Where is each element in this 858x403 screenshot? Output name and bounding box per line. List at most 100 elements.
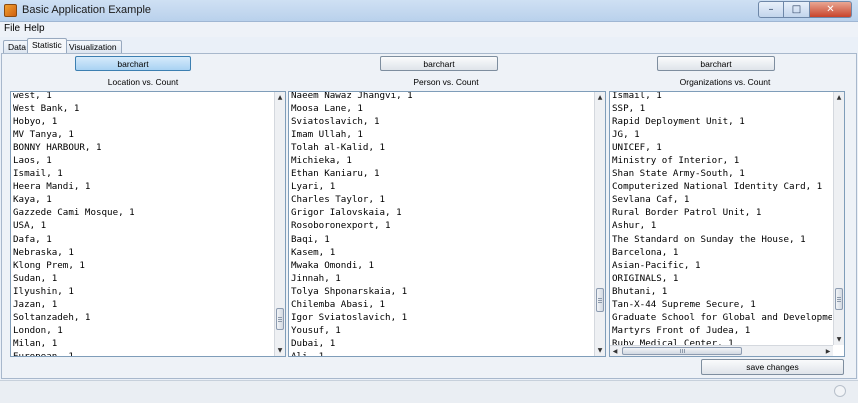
list-item[interactable]: Ali, 1 [291,350,593,356]
list-item[interactable]: Tan-X-44 Supreme Secure, 1 [612,298,832,311]
list-item[interactable]: Baqi, 1 [291,233,593,246]
tab-statistic[interactable]: Statistic [27,38,67,53]
list-item[interactable]: Tolah al-Kalid, 1 [291,141,593,154]
maximize-button[interactable]: □ [784,1,810,18]
hscrollbar-thumb[interactable] [622,347,742,355]
list-item[interactable]: Ismail, 1 [13,167,273,180]
organizations-list-scrollbar[interactable]: ▲ ▼ [833,92,844,345]
menu-file[interactable]: File [4,23,20,34]
list-item[interactable]: Tolya Shponarskaia, 1 [291,285,593,298]
list-item[interactable]: Martyrs Front of Judea, 1 [612,324,832,337]
minimize-button[interactable]: – [758,1,784,18]
close-icon: ✕ [826,4,835,15]
list-item[interactable]: Yousuf, 1 [291,324,593,337]
person-list-scrollbar[interactable]: ▲ ▼ [594,92,605,356]
location-list-scrollbar[interactable]: ▲ ▼ [274,92,285,356]
list-item[interactable]: Charles Taylor, 1 [291,193,593,206]
list-item[interactable]: Rural Border Patrol Unit, 1 [612,206,832,219]
list-item[interactable]: BONNY HARBOUR, 1 [13,141,273,154]
list-item[interactable]: Laos, 1 [13,154,273,167]
scroll-left-icon[interactable]: ◀ [610,346,620,356]
list-item[interactable]: Graduate School for Global and Developme… [612,311,832,324]
list-item[interactable]: USA, 1 [13,219,273,232]
tab-visualization[interactable]: Visualization [64,40,122,53]
list-item[interactable]: Kaya, 1 [13,193,273,206]
scroll-down-icon[interactable]: ▼ [834,334,844,345]
person-list-items: Naeem Nawaz Jhangvi, 1 Moosa Lane, 1 Sviat… [291,92,593,356]
scrollbar-thumb[interactable] [596,288,604,312]
list-item[interactable]: Jinnah, 1 [291,272,593,285]
list-item[interactable]: Gazzede Cami Mosque, 1 [13,206,273,219]
list-item[interactable]: MV Tanya, 1 [13,128,273,141]
scroll-down-icon[interactable]: ▼ [275,345,285,356]
list-item[interactable]: Sviatoslavich, 1 [291,115,593,128]
location-barchart-button[interactable]: barchart [75,56,191,71]
list-item[interactable]: Nebraska, 1 [13,246,273,259]
list-item[interactable]: Imam Ullah, 1 [291,128,593,141]
list-item[interactable]: Ilyushin, 1 [13,285,273,298]
scroll-up-icon[interactable]: ▲ [595,92,605,103]
scroll-up-icon[interactable]: ▲ [275,92,285,103]
busy-indicator-icon [834,385,846,397]
list-item[interactable]: Lyari, 1 [291,180,593,193]
list-item[interactable]: Mwaka Omondi, 1 [291,259,593,272]
list-item[interactable]: Kasem, 1 [291,246,593,259]
list-item[interactable]: Naeem Nawaz Jhangvi, 1 [291,92,593,102]
location-column-title: Location vs. Count [107,77,179,87]
scroll-right-icon[interactable]: ▶ [823,346,833,356]
list-item[interactable]: Soltanzadeh, 1 [13,311,273,324]
list-item[interactable]: Sudan, 1 [13,272,273,285]
list-item[interactable]: Ruby Medical Center, 1 [612,337,832,345]
list-item[interactable]: Sevlana Caf, 1 [612,193,832,206]
list-item[interactable]: JG, 1 [612,128,832,141]
organizations-list-hscrollbar[interactable]: ◀ ▶ [610,345,833,356]
list-item[interactable]: Moosa Lane, 1 [291,102,593,115]
list-item[interactable]: West Bank, 1 [13,102,273,115]
list-item[interactable]: European, 1 [13,350,273,356]
scrollbar-thumb[interactable] [835,288,843,310]
close-button[interactable]: ✕ [810,1,852,18]
list-item[interactable]: Rosoboronexport, 1 [291,219,593,232]
list-item[interactable]: Michieka, 1 [291,154,593,167]
scroll-up-icon[interactable]: ▲ [834,92,844,103]
list-item[interactable]: Ismail, 1 [612,92,832,102]
person-barchart-button[interactable]: barchart [380,56,498,71]
list-item[interactable]: UNICEF, 1 [612,141,832,154]
person-list[interactable]: Naeem Nawaz Jhangvi, 1 Moosa Lane, 1 Sviat… [288,91,606,357]
list-item[interactable]: Klong Prem, 1 [13,259,273,272]
list-item[interactable]: ORIGINALS, 1 [612,272,832,285]
list-item[interactable]: Ashur, 1 [612,219,832,232]
list-item[interactable]: west, 1 [13,92,273,102]
list-item[interactable]: Shan State Army-South, 1 [612,167,832,180]
window-title: Basic Application Example [22,4,152,16]
list-item[interactable]: SSP, 1 [612,102,832,115]
save-changes-button[interactable]: save changes [701,359,844,375]
location-list[interactable]: west, 1 West Bank, 1 Hobyo, 1 MV Tanya, 1 BO… [10,91,286,357]
list-item[interactable]: The Standard on Sunday the House, 1 [612,233,832,246]
list-item[interactable]: Bhutani, 1 [612,285,832,298]
organizations-barchart-button[interactable]: barchart [657,56,775,71]
list-item[interactable]: Milan, 1 [13,337,273,350]
list-item[interactable]: Dubai, 1 [291,337,593,350]
menu-help[interactable]: Help [24,23,45,34]
list-item[interactable]: Ethan Kaniaru, 1 [291,167,593,180]
scrollbar-thumb[interactable] [276,308,284,330]
location-list-items: west, 1 West Bank, 1 Hobyo, 1 MV Tanya, 1 BO… [13,92,273,356]
list-item[interactable]: Igor Sviatoslavich, 1 [291,311,593,324]
list-item[interactable]: Hobyo, 1 [13,115,273,128]
list-item[interactable]: Dafa, 1 [13,233,273,246]
list-item[interactable]: Grigor Ialovskaia, 1 [291,206,593,219]
list-item[interactable]: London, 1 [13,324,273,337]
list-item[interactable]: Heera Mandi, 1 [13,180,273,193]
list-item[interactable]: Chilemba Abasi, 1 [291,298,593,311]
scroll-down-icon[interactable]: ▼ [595,345,605,356]
tab-bar: Data Statistic Visualization [0,38,858,53]
list-item[interactable]: Ministry of Interior, 1 [612,154,832,167]
organizations-list[interactable]: Ismail, 1 SSP, 1 Rapid Deployment Unit, 1J… [609,91,845,357]
list-item[interactable]: Barcelona, 1 [612,246,832,259]
list-item[interactable]: Computerized National Identity Card, 1 [612,180,832,193]
list-item[interactable]: Jazan, 1 [13,298,273,311]
maximize-icon: □ [791,4,802,15]
list-item[interactable]: Rapid Deployment Unit, 1 [612,115,832,128]
list-item[interactable]: Asian-Pacific, 1 [612,259,832,272]
